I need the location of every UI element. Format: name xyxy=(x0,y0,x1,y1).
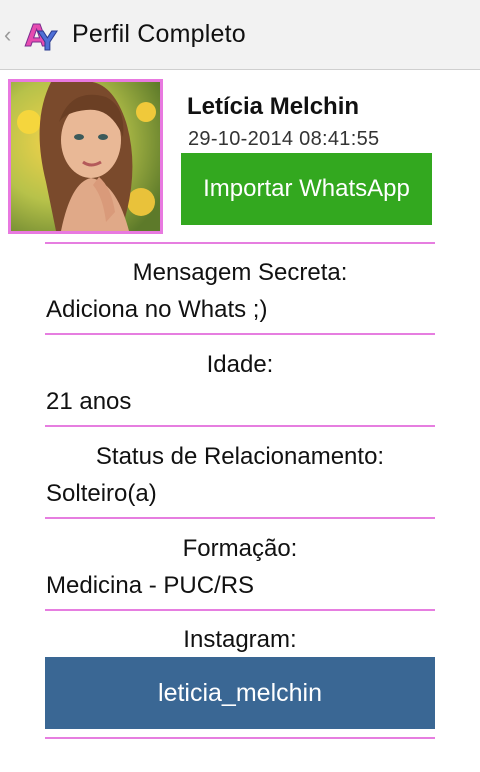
divider xyxy=(45,333,435,335)
age-label: Idade: xyxy=(206,351,274,378)
app-logo-icon[interactable]: A Y xyxy=(24,16,62,57)
divider xyxy=(45,425,435,427)
secret-message-label: Mensagem Secreta: xyxy=(132,259,348,286)
relationship-status-label: Status de Relacionamento: xyxy=(95,443,385,470)
page-title: Perfil Completo xyxy=(72,20,246,48)
divider xyxy=(45,737,435,739)
age-value: 21 anos xyxy=(46,388,132,415)
profile-name: Letícia Melchin xyxy=(187,93,360,120)
instagram-button[interactable]: leticia_melchin xyxy=(45,657,435,729)
relationship-status-value: Solteiro(a) xyxy=(46,480,157,507)
svg-text:Y: Y xyxy=(37,27,58,54)
divider xyxy=(45,242,435,244)
profile-timestamp: 29-10-2014 08:41:55 xyxy=(188,128,380,150)
secret-message-value: Adiciona no Whats ;) xyxy=(46,296,268,323)
chevron-left-icon[interactable]: ‹ xyxy=(4,23,18,46)
divider xyxy=(45,517,435,519)
action-bar: ‹ A Y Perfil Completo xyxy=(0,0,480,70)
import-whatsapp-button[interactable]: Importar WhatsApp xyxy=(181,153,432,225)
education-label: Formação: xyxy=(182,535,298,562)
divider xyxy=(45,609,435,611)
profile-photo[interactable] xyxy=(8,79,163,234)
instagram-label: Instagram: xyxy=(183,626,297,653)
education-value: Medicina - PUC/RS xyxy=(46,572,255,599)
